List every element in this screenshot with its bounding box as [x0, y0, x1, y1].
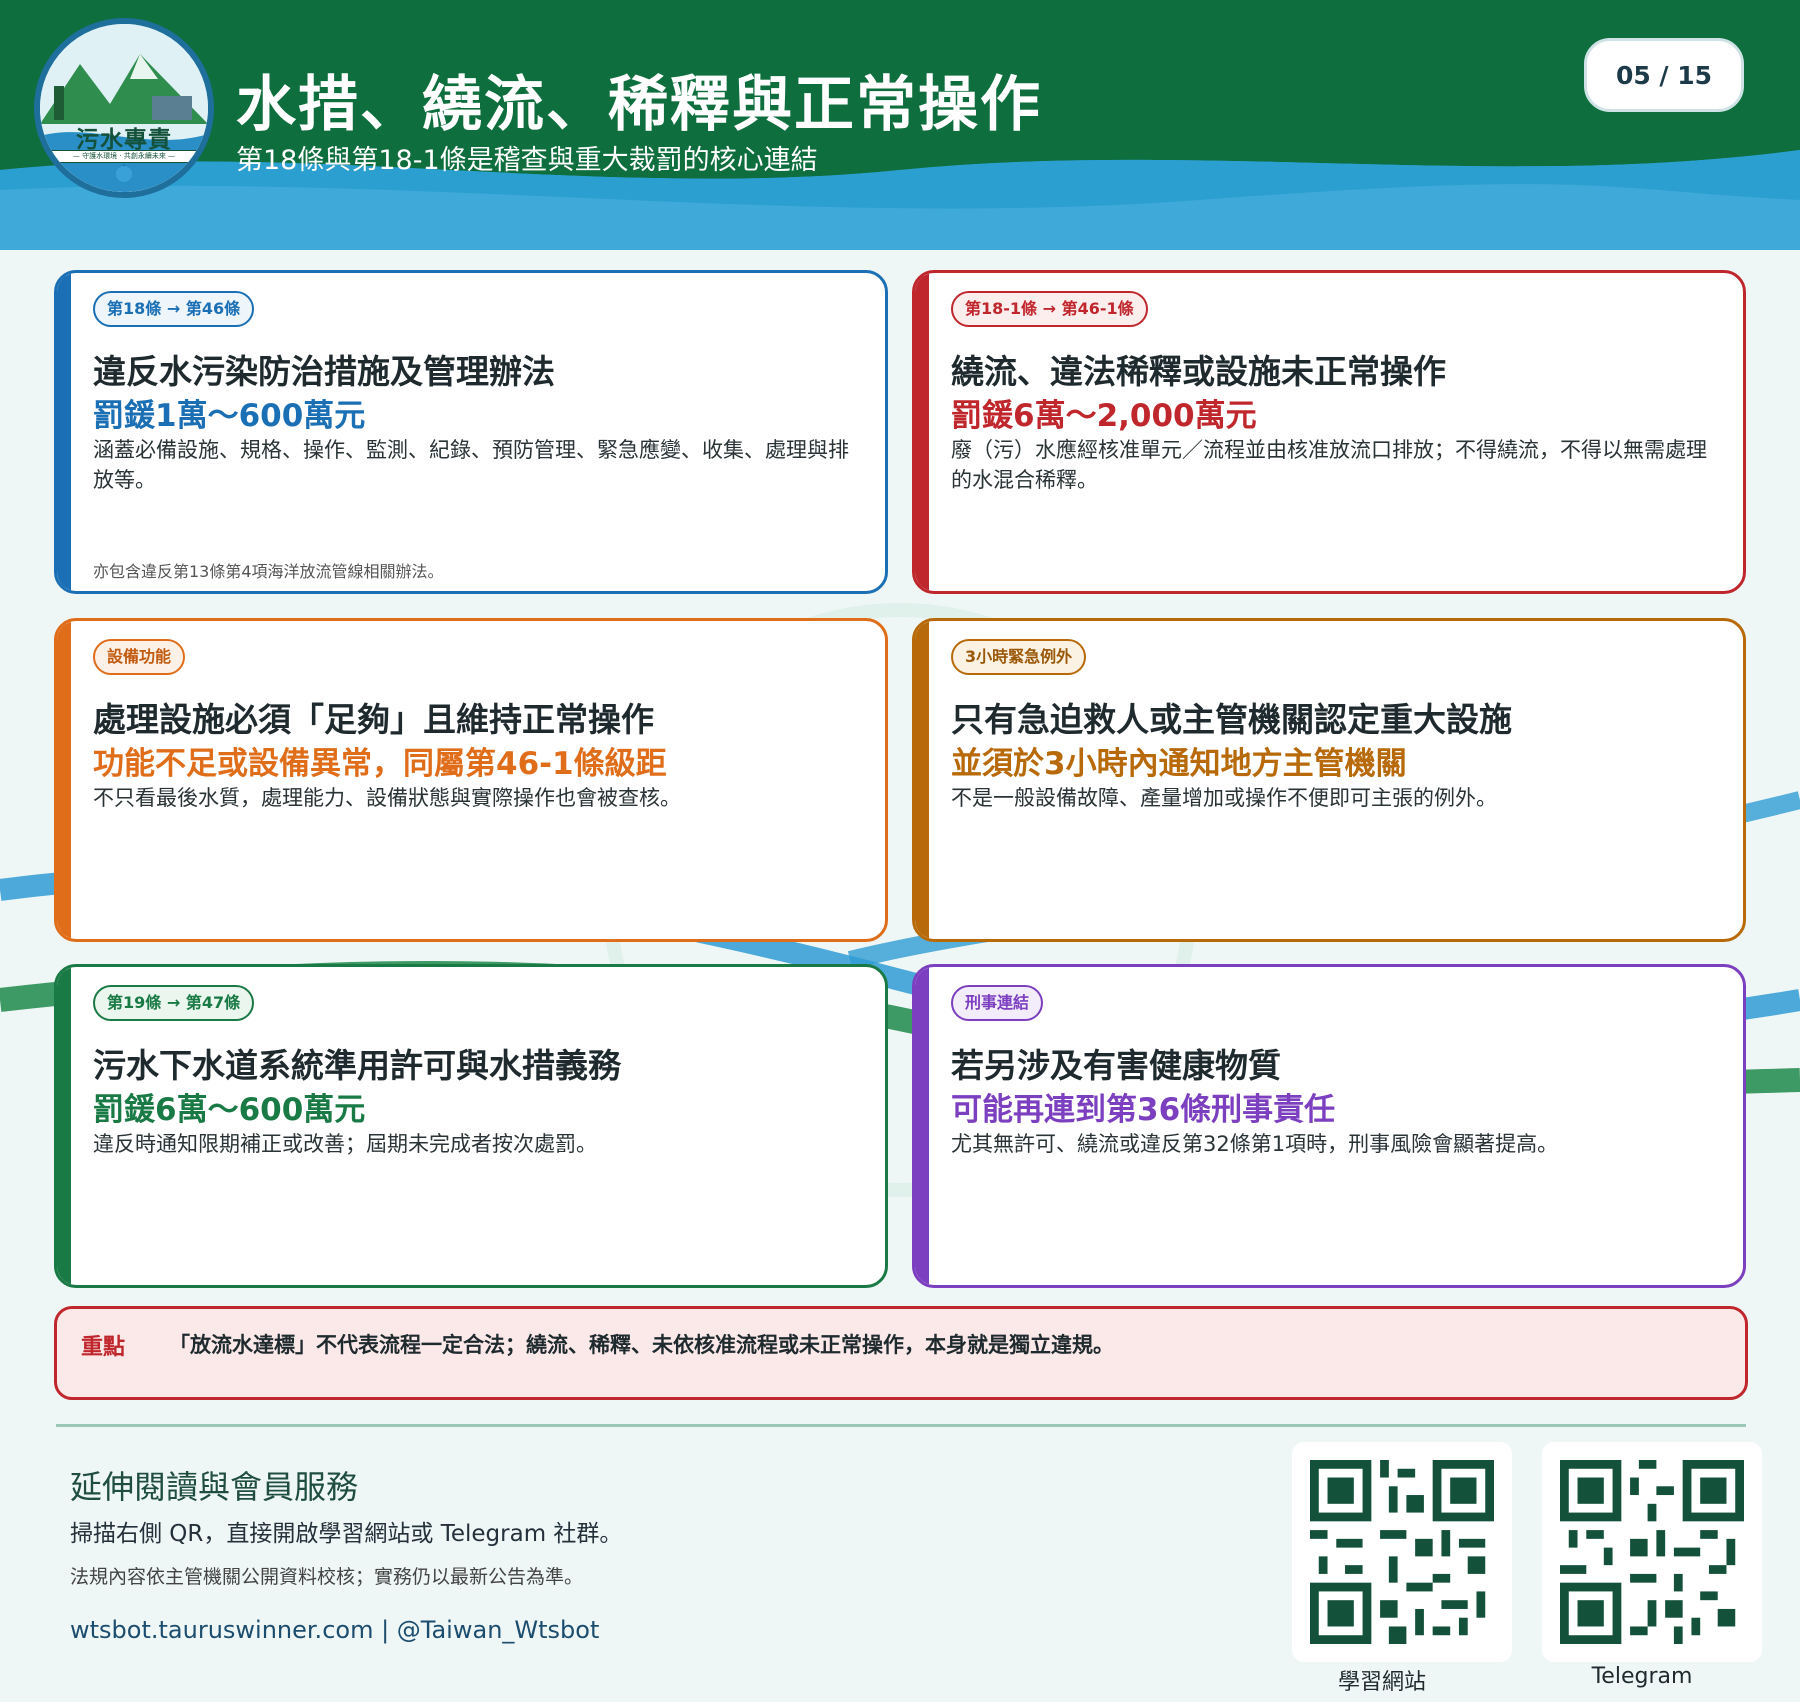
qr-label-website: 學習網站 — [1337, 1670, 1426, 1695]
topic-tag: 刑事連結 — [951, 985, 1044, 1021]
card-description: 不只看最後水質，處理能力、設備狀態與實際操作也會被查核。 — [93, 786, 681, 810]
penalty-text: 罰鍰6萬～600萬元 — [93, 1092, 366, 1128]
footer-links[interactable]: wtsbot.tauruswinner.com | @Taiwan_Wtsbot — [70, 1616, 599, 1644]
card-accent-bar — [915, 273, 929, 591]
card-description: 違反時通知限期補正或改善；屆期未完成者按次處罰。 — [93, 1132, 597, 1156]
logo-text: 污水專責 — [76, 127, 172, 153]
key-point-callout: 重點 「放流水達標」不代表流程一定合法；繞流、稀釋、未依核准流程或未正常操作，本… — [54, 1306, 1748, 1400]
logo-tagline: — 守護水環境 · 共創永續未來 — — [50, 150, 198, 163]
article-tag: 第19條 → 第47條 — [93, 985, 255, 1021]
card-heading: 污水下水道系統準用許可與水措義務 — [93, 1046, 621, 1085]
card-equipment-function: 設備功能 處理設施必須「足夠」且維持正常操作 功能不足或設備異常，同屬第46-1… — [54, 618, 888, 942]
footer-disclaimer: 法規內容依主管機關公開資料校核；實務仍以最新公告為準。 — [70, 1566, 584, 1588]
card-description: 尤其無許可、繞流或違反第32條第1項時，刑事風險會顯著提高。 — [951, 1132, 1559, 1156]
penalty-text: 並須於3小時內通知地方主管機關 — [951, 746, 1407, 782]
card-heading: 若另涉及有害健康物質 — [951, 1046, 1281, 1085]
qr-icon — [1310, 1460, 1494, 1644]
card-accent-bar — [57, 273, 71, 591]
qr-icon — [1560, 1460, 1744, 1644]
card-accent-bar — [915, 621, 929, 939]
penalty-text: 可能再連到第36條刑事責任 — [951, 1092, 1336, 1128]
card-article-18: 第18條 → 第46條 違反水污染防治措施及管理辦法 罰鍰1萬～600萬元 涵蓋… — [54, 270, 888, 594]
footer-title: 延伸閱讀與會員服務 — [70, 1468, 359, 1506]
qr-code-telegram[interactable] — [1542, 1442, 1762, 1662]
card-emergency-exception: 3小時緊急例外 只有急迫救人或主管機關認定重大設施 並須於3小時內通知地方主管機… — [912, 618, 1746, 942]
callout-label: 重點 — [81, 1335, 126, 1360]
card-heading: 繞流、違法稀釋或設施未正常操作 — [951, 352, 1446, 391]
penalty-text: 罰鍰1萬～600萬元 — [93, 398, 366, 434]
card-accent-bar — [915, 967, 929, 1285]
topic-tag: 設備功能 — [93, 639, 186, 675]
card-heading: 違反水污染防治措施及管理辦法 — [93, 352, 555, 391]
article-tag: 第18條 → 第46條 — [93, 291, 255, 327]
card-description: 廢（污）水應經核准單元／流程並由核准放流口排放；不得繞流，不得以無需處理的水混合… — [951, 438, 1707, 492]
card-heading: 處理設施必須「足夠」且維持正常操作 — [93, 700, 654, 739]
card-accent-bar — [57, 967, 71, 1285]
topic-tag: 3小時緊急例外 — [951, 639, 1087, 675]
card-description: 不是一般設備故障、產量增加或操作不便即可主張的例外。 — [951, 786, 1497, 810]
card-description: 涵蓋必備設施、規格、操作、監測、紀錄、預防管理、緊急應變、收集、處理與排放等。 — [93, 438, 849, 492]
header: 污水專責 — 守護水環境 · 共創永續未來 — 水措、繞流、稀釋與正常操作 第1… — [0, 0, 1800, 250]
card-article-19: 第19條 → 第47條 污水下水道系統準用許可與水措義務 罰鍰6萬～600萬元 … — [54, 964, 888, 1288]
logo: 污水專責 — 守護水環境 · 共創永續未來 — — [34, 18, 214, 198]
page-subtitle: 第18條與第18-1條是稽查與重大裁罰的核心連結 — [236, 145, 818, 176]
card-accent-bar — [57, 621, 71, 939]
card-criminal-link: 刑事連結 若另涉及有害健康物質 可能再連到第36條刑事責任 尤其無許可、繞流或違… — [912, 964, 1746, 1288]
penalty-text: 罰鍰6萬～2,000萬元 — [951, 398, 1257, 434]
page-title: 水措、繞流、稀釋與正常操作 — [236, 70, 1042, 140]
card-note: 亦包含違反第13條第4項海洋放流管線相關辦法。 — [93, 562, 444, 581]
logo-emblem — [40, 24, 208, 192]
callout-text: 「放流水達標」不代表流程一定合法；繞流、稀釋、未依核准流程或未正常操作，本身就是… — [169, 1333, 1114, 1357]
card-heading: 只有急迫救人或主管機關認定重大設施 — [951, 700, 1512, 739]
qr-code-website[interactable] — [1292, 1442, 1512, 1662]
page-indicator: 05 / 15 — [1584, 38, 1744, 112]
footer-divider — [56, 1424, 1746, 1427]
article-tag: 第18-1條 → 第46-1條 — [951, 291, 1148, 327]
qr-label-telegram: Telegram — [1591, 1664, 1693, 1689]
penalty-text: 功能不足或設備異常，同屬第46-1條級距 — [93, 746, 667, 782]
footer-instruction: 掃描右側 QR，直接開啟學習網站或 Telegram 社群。 — [70, 1521, 623, 1547]
card-article-18-1: 第18-1條 → 第46-1條 繞流、違法稀釋或設施未正常操作 罰鍰6萬～2,0… — [912, 270, 1746, 594]
